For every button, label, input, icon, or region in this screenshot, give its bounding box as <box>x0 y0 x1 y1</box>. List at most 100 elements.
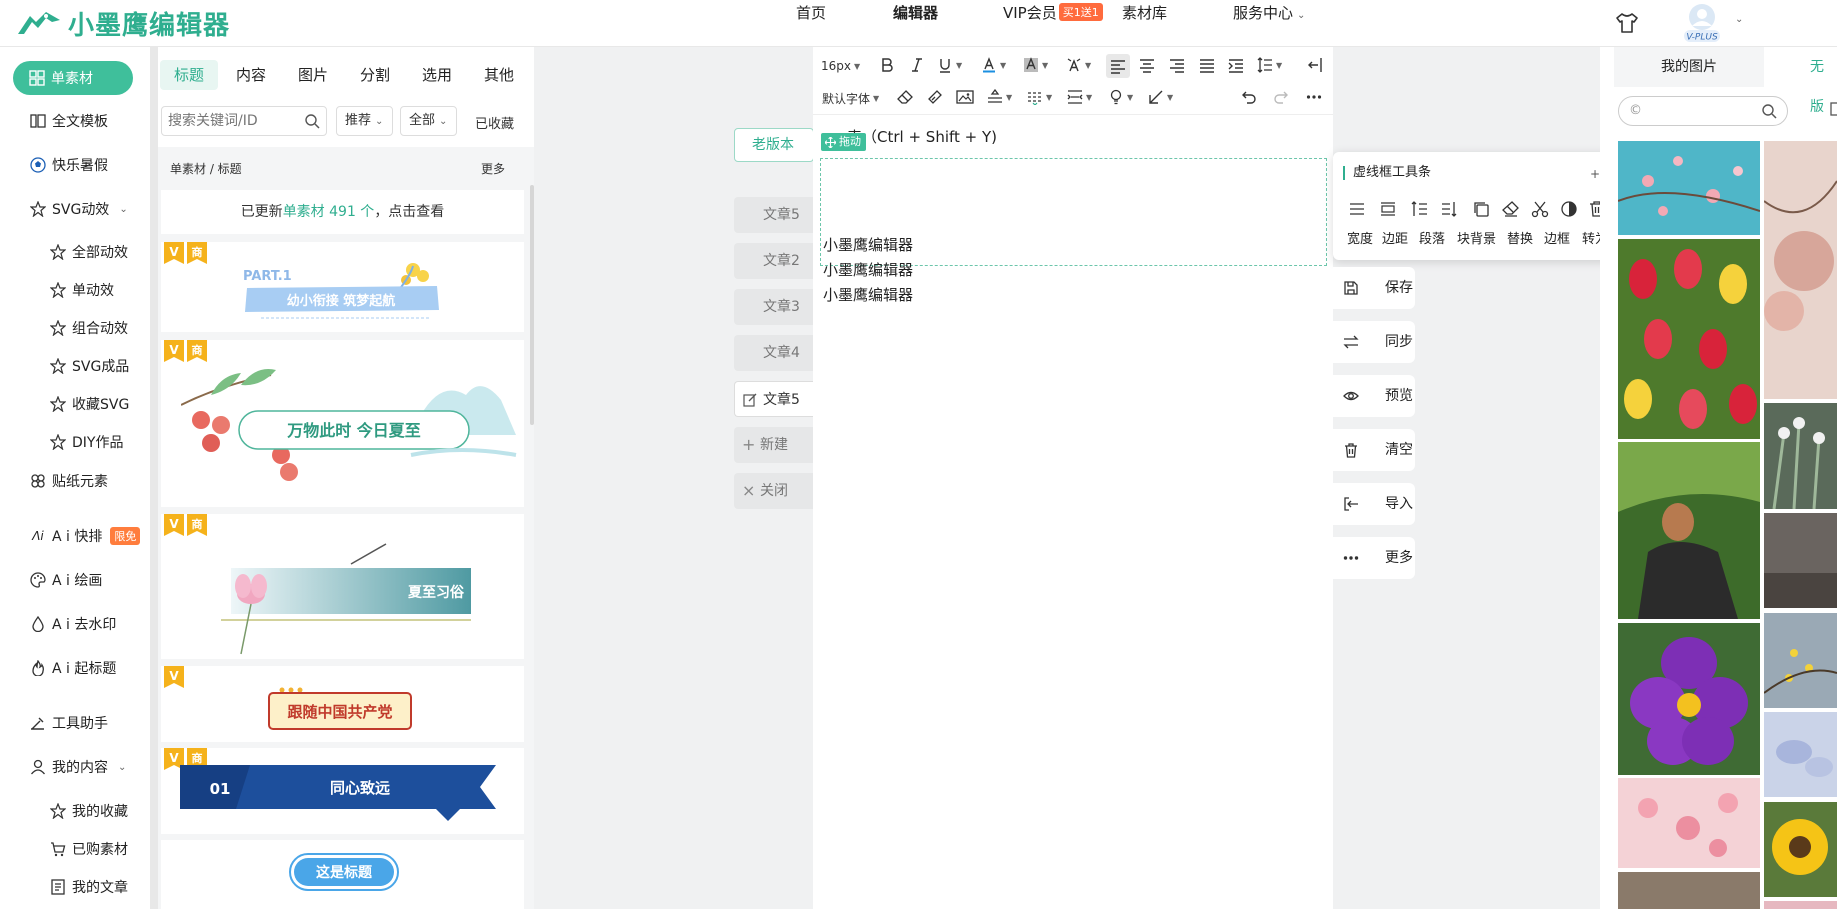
margin-icon[interactable] <box>1379 200 1397 218</box>
more-actions-button[interactable]: 更多 <box>1333 537 1415 579</box>
sidebar-item-ai-title[interactable]: A i 起标题 <box>30 658 116 678</box>
material-card[interactable]: 这是标题 <box>161 840 524 909</box>
paragraph[interactable]: 小墨鹰编辑器 <box>823 284 913 305</box>
sidebar-item-purchased[interactable]: 已购素材 <box>50 839 128 859</box>
clear-button[interactable]: 清空 <box>1333 429 1415 471</box>
nav-materials[interactable]: 素材库 <box>1122 2 1167 23</box>
image-search[interactable]: © <box>1618 96 1788 126</box>
scope-select[interactable]: 全部 ⌄ <box>400 106 457 136</box>
material-card[interactable]: V 商 夏至习俗 <box>161 514 524 659</box>
justify-button[interactable] <box>1199 57 1215 73</box>
indent-button[interactable] <box>1228 57 1244 73</box>
avatar[interactable]: V-PLUS <box>1680 2 1724 44</box>
collected-filter[interactable]: 已收藏 <box>475 113 514 132</box>
undo-button[interactable] <box>1241 89 1257 105</box>
sidebar-item-tools[interactable]: 工具助手 <box>30 713 108 733</box>
search-icon[interactable] <box>304 113 320 129</box>
preview-button[interactable]: 预览 <box>1333 375 1415 417</box>
align-left-button[interactable] <box>1106 54 1130 78</box>
doc-tab-current[interactable]: 文章5 <box>734 381 814 417</box>
bold-button[interactable] <box>879 57 895 73</box>
font-color-button[interactable]: ▼ <box>981 57 1006 73</box>
sidebar-item-all-effects[interactable]: 全部动效 <box>50 242 128 262</box>
nav-home[interactable]: 首页 <box>796 2 826 23</box>
sidebar-scrollbar[interactable] <box>150 47 158 909</box>
old-version-button[interactable]: 老版本 <box>734 128 814 162</box>
material-card[interactable]: V 商 万物此时 今日夏至 <box>161 340 524 507</box>
popup-label-width[interactable]: 宽度 <box>1347 228 1373 247</box>
photo-thumbnail[interactable] <box>1764 712 1837 797</box>
sidebar-item-full-templates[interactable]: 全文模板 <box>30 111 108 131</box>
tab-title[interactable]: 标题 <box>160 60 219 90</box>
popup-label-block-bg[interactable]: 块背景 <box>1457 228 1496 247</box>
align-center-button[interactable] <box>1139 57 1155 73</box>
photo-thumbnail[interactable] <box>1618 442 1760 619</box>
sidebar-item-stickers[interactable]: 贴纸元素 <box>30 471 108 491</box>
material-card[interactable]: V 跟随中国共产党 <box>161 666 524 742</box>
tab-content[interactable]: 内容 <box>222 60 280 90</box>
tab-copyright-free[interactable]: 无版 <box>1810 47 1837 115</box>
sidebar-item-my-favorites[interactable]: 我的收藏 <box>50 801 128 821</box>
photo-thumbnail[interactable] <box>1764 403 1837 509</box>
chevron-down-icon[interactable]: ⌄ <box>1735 14 1743 25</box>
underline-button[interactable]: ▼ <box>937 57 962 73</box>
tab-divider[interactable]: 分割 <box>346 60 404 90</box>
photo-thumbnail[interactable] <box>1764 802 1837 897</box>
popup-label-margin[interactable]: 边距 <box>1382 228 1408 247</box>
sidebar-item-my-articles[interactable]: 我的文章 <box>50 877 128 897</box>
sidebar-item-combo-effects[interactable]: 组合动效 <box>50 318 128 338</box>
photo-thumbnail[interactable] <box>1618 141 1760 235</box>
block-spacing-icon[interactable] <box>1441 200 1459 218</box>
exit-button[interactable] <box>1307 57 1323 73</box>
italic-button[interactable] <box>909 57 925 73</box>
more-tools-button[interactable] <box>1306 89 1322 105</box>
update-notice[interactable]: 已更新单素材 491 个，点击查看 <box>161 190 524 234</box>
photo-thumbnail[interactable] <box>1618 623 1760 775</box>
sidebar-item-ai-watermark[interactable]: A i 去水印 <box>30 614 116 634</box>
material-card[interactable]: V 商 01 同心致远 <box>161 748 524 834</box>
arrow-button[interactable]: ▼ <box>1148 89 1173 105</box>
doc-tab[interactable]: 文章4 <box>734 335 814 371</box>
spacing-button[interactable]: ▼ <box>1067 89 1092 105</box>
format-painter-button[interactable] <box>927 89 943 105</box>
scissors-icon[interactable] <box>1531 200 1549 218</box>
tshirt-icon[interactable] <box>1615 12 1639 34</box>
tab-image[interactable]: 图片 <box>284 60 342 90</box>
photo-thumbnail[interactable] <box>1618 239 1760 439</box>
sidebar-item-my-content[interactable]: 我的内容 ⌄ <box>30 757 126 777</box>
bg-color-button[interactable]: ▼ <box>1023 57 1048 73</box>
contrast-icon[interactable] <box>1560 200 1578 218</box>
width-icon[interactable] <box>1348 200 1366 218</box>
sidebar-item-saved-svg[interactable]: 收藏SVG <box>50 394 129 414</box>
sync-button[interactable]: 同步 <box>1333 321 1415 363</box>
sidebar-item-diy[interactable]: DIY作品 <box>50 432 123 452</box>
clear-format-button[interactable] <box>897 89 913 105</box>
photo-thumbnail[interactable] <box>1764 613 1837 708</box>
sidebar-item-svg-effects[interactable]: SVG动效 ⌄ <box>30 199 128 219</box>
photo-thumbnail[interactable] <box>1764 141 1837 399</box>
doc-tab[interactable]: 文章3 <box>734 289 814 325</box>
doc-tab[interactable]: 文章5 <box>734 197 814 233</box>
import-button[interactable]: 导入 <box>1333 483 1415 525</box>
popup-label-replace[interactable]: 替换 <box>1507 228 1533 247</box>
insert-image-button[interactable] <box>956 89 974 105</box>
more-link[interactable]: 更多 <box>481 160 505 177</box>
font-family-select[interactable]: 默认字体 ▼ <box>822 90 879 107</box>
save-button[interactable]: 保存 <box>1333 267 1415 309</box>
paragraph[interactable]: 小墨鹰编辑器 <box>823 234 913 255</box>
redo-button[interactable] <box>1273 89 1289 105</box>
close-doc-button[interactable]: × 关闭 <box>734 473 814 509</box>
search-input[interactable] <box>168 107 308 135</box>
font-size-select[interactable]: 16px ▼ <box>821 57 860 75</box>
sidebar-item-single-effect[interactable]: 单动效 <box>50 280 114 300</box>
photo-thumbnail[interactable] <box>1618 872 1760 909</box>
sidebar-item-summer[interactable]: 快乐暑假 <box>30 155 108 175</box>
align-right-button[interactable] <box>1169 57 1185 73</box>
popup-label-border[interactable]: 边框 <box>1544 228 1570 247</box>
sidebar-item-svg-products[interactable]: SVG成品 <box>50 356 129 376</box>
sort-select[interactable]: 推荐 ⌄ <box>336 106 393 136</box>
photo-thumbnail[interactable] <box>1764 901 1837 909</box>
drag-handle[interactable]: 拖动 <box>821 133 866 151</box>
line-height-button[interactable]: ▼ <box>1257 57 1282 73</box>
bulb-button[interactable]: ▼ <box>1108 89 1133 105</box>
